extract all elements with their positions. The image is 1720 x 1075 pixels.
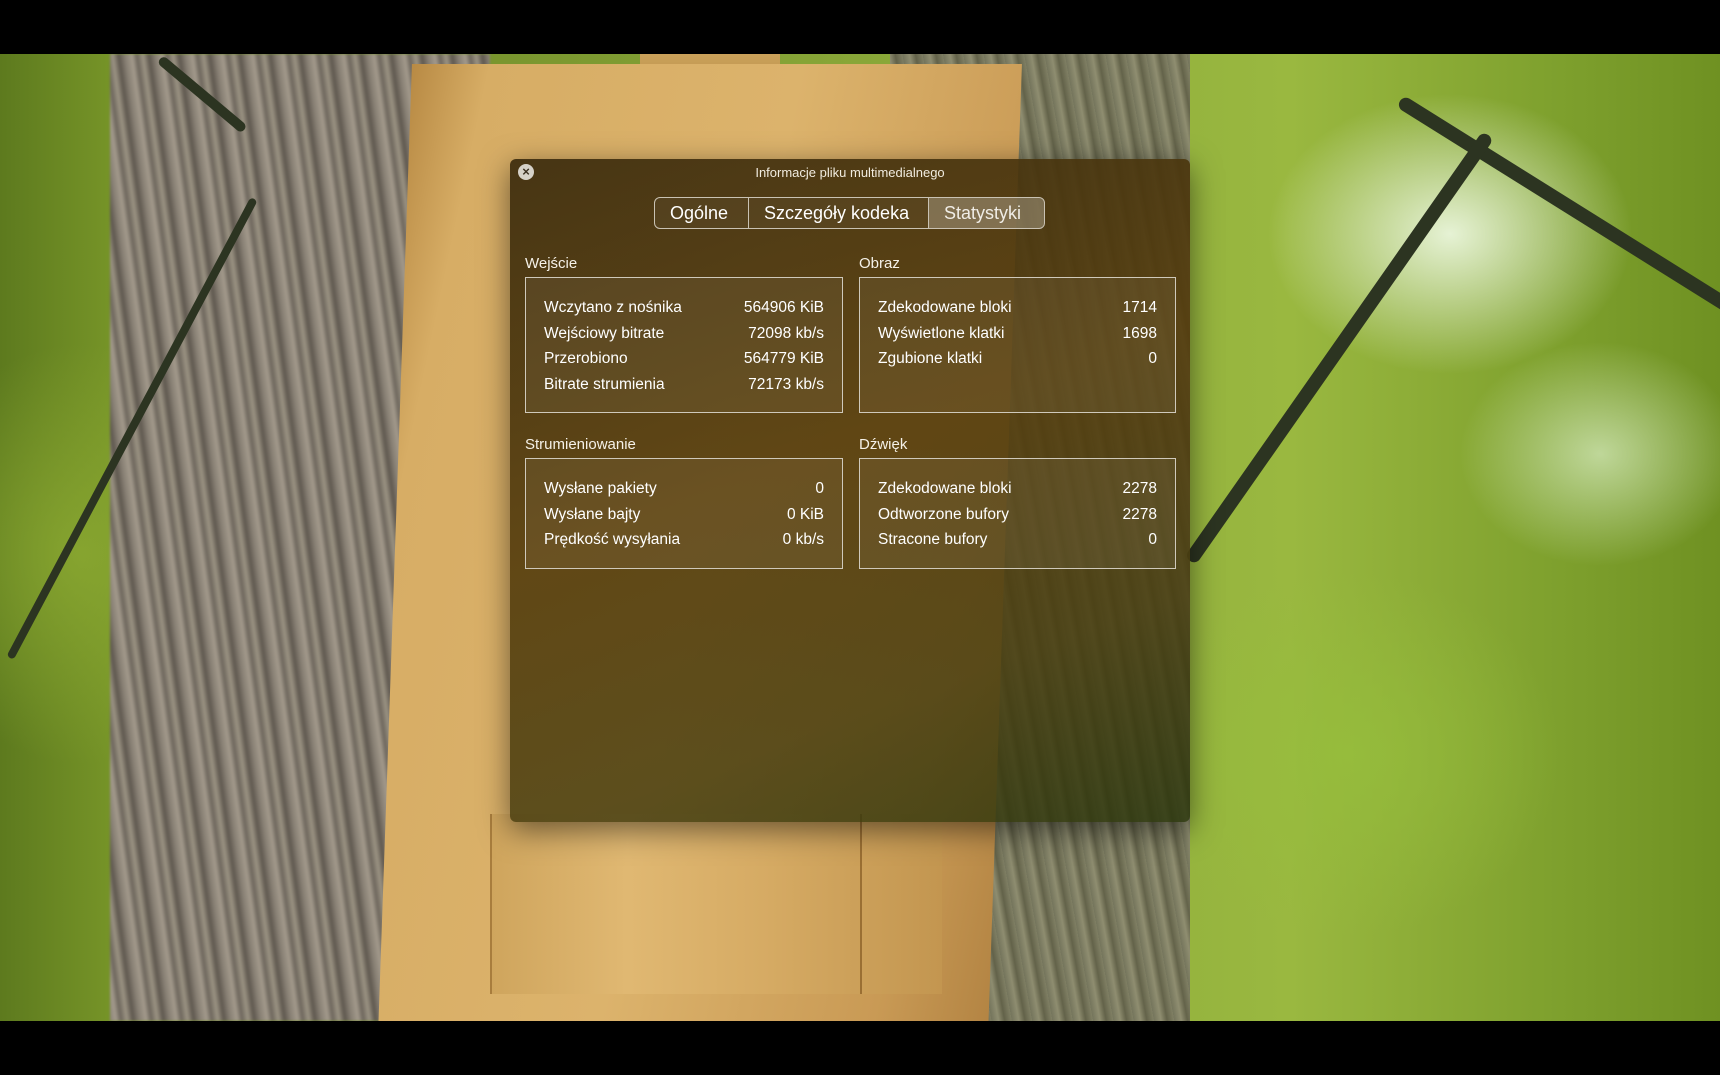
streaming-group-title: Strumieniowanie (525, 436, 636, 453)
stat-label: Wyświetlone klatki (878, 324, 1005, 342)
video-group-title: Obraz (859, 255, 900, 272)
stat-value: 1698 (1122, 324, 1157, 342)
stat-value: 0 (1148, 531, 1157, 548)
stat-row: Wysłane bajty 0 KiB (526, 502, 842, 528)
stat-label: Wysłane bajty (544, 505, 641, 523)
stat-label: Stracone bufory (878, 531, 988, 548)
stat-label: Bitrate strumienia (544, 375, 665, 393)
streaming-stats-box: Wysłane pakiety 0 Wysłane bajty 0 KiB Pręd… (525, 458, 843, 569)
stat-label: Wysłane pakiety (544, 480, 657, 497)
stat-row: Przerobiono 564779 KiB (526, 346, 842, 372)
stat-label: Prędkość wysyłania (544, 531, 681, 548)
stat-label: Przerobiono (544, 350, 628, 367)
stat-row: Prędkość wysyłania 0 kb/s (526, 527, 842, 553)
stat-value: 2278 (1122, 480, 1157, 497)
branch (1184, 131, 1494, 566)
tab-codec-details[interactable]: Szczegóły kodeka (749, 198, 929, 228)
stat-row: Zgubione klatki 0 (860, 346, 1175, 372)
video-stats-box: Zdekodowane bloki 1714 Wyświetlone klatki… (859, 277, 1176, 413)
stat-value: 2278 (1122, 505, 1157, 523)
audio-stats-box: Zdekodowane bloki 2278 Odtworzone bufory 2… (859, 458, 1176, 569)
stat-row: Wysłane pakiety 0 (526, 476, 842, 502)
stat-value: 564906 KiB (743, 299, 824, 316)
tab-statistics[interactable]: Statystyki (929, 198, 1044, 228)
stat-value: 72098 kb/s (748, 324, 824, 342)
stat-row: Wejściowy bitrate 72098 kb/s (526, 321, 842, 347)
stat-row: Wczytano z nośnika 564906 KiB (526, 295, 842, 321)
stat-row: Odtworzone bufory 2278 (860, 502, 1175, 528)
stat-label: Zgubione klatki (878, 350, 983, 367)
stat-label: Wejściowy bitrate (544, 324, 665, 342)
stat-row: Zdekodowane bloki 2278 (860, 476, 1175, 502)
input-stats-box: Wczytano z nośnika 564906 KiB Wejściowy b… (525, 277, 843, 413)
window-title: Informacje pliku multimedialnego (755, 165, 945, 180)
tab-general[interactable]: Ogólne (655, 198, 749, 228)
tab-bar: Ogólne Szczegóły kodeka Statystyki (654, 197, 1045, 229)
stat-label: Zdekodowane bloki (878, 299, 1012, 316)
stat-value: 0 KiB (786, 505, 824, 523)
stat-value: 72173 kb/s (748, 375, 824, 393)
stat-value: 1714 (1122, 299, 1157, 316)
media-info-panel: × Informacje pliku multimedialnego Ogóln… (510, 159, 1190, 822)
stat-value: 0 (815, 480, 824, 497)
stat-value: 0 kb/s (782, 531, 824, 548)
stat-label: Odtworzone bufory (878, 505, 1009, 523)
birdhouse-front (490, 814, 942, 994)
stat-label: Zdekodowane bloki (878, 480, 1012, 497)
stat-row: Bitrate strumienia 72173 kb/s (526, 372, 842, 398)
branch (1396, 95, 1720, 330)
stat-label: Wczytano z nośnika (544, 299, 682, 316)
stat-row: Wyświetlone klatki 1698 (860, 321, 1175, 347)
input-group-title: Wejście (525, 255, 578, 272)
birdhouse-seam (860, 814, 862, 994)
stat-value: 564779 KiB (743, 350, 824, 367)
audio-group-title: Dźwięk (859, 436, 908, 453)
stat-row: Stracone bufory 0 (860, 527, 1175, 553)
stat-row: Zdekodowane bloki 1714 (860, 295, 1175, 321)
title-bar[interactable]: × Informacje pliku multimedialnego (510, 159, 1190, 185)
stat-value: 0 (1148, 350, 1157, 367)
